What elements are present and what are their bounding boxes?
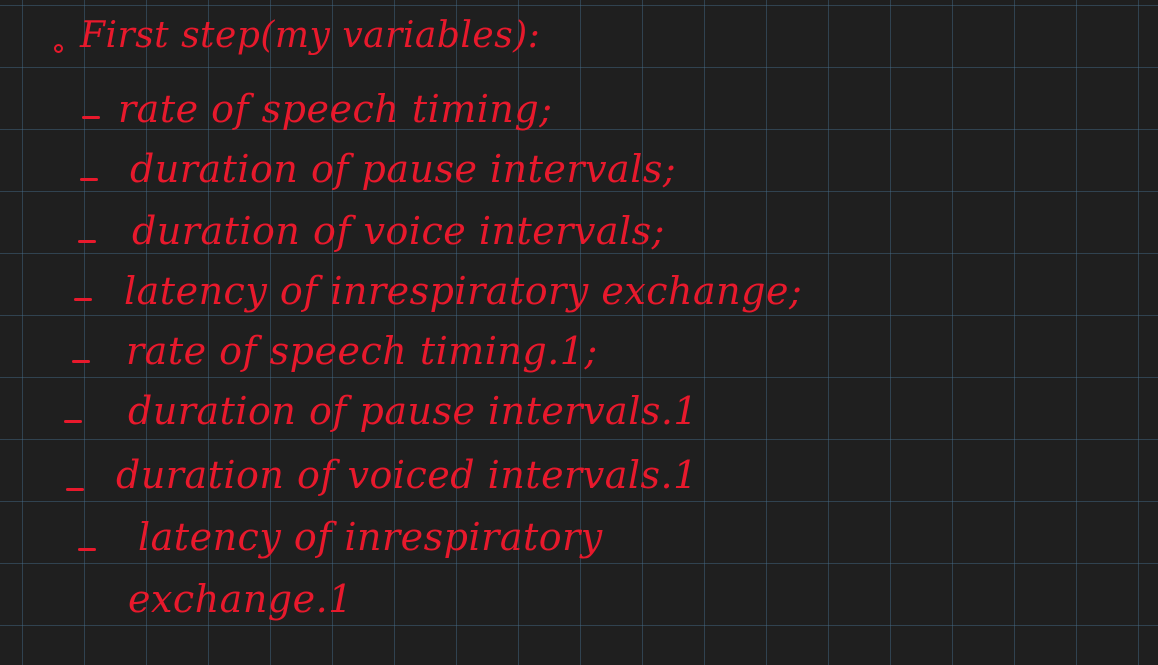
- list-item: duration of voiced intervals.1: [116, 453, 698, 497]
- list-item: duration of voice intervals;: [132, 209, 665, 253]
- bullet-dot-icon: [54, 44, 63, 53]
- dash-icon: [74, 298, 92, 301]
- list-item: duration of pause intervals;: [130, 147, 677, 191]
- list-item: latency of inrespiratory: [138, 515, 603, 559]
- dash-icon: [72, 360, 90, 363]
- dash-icon: [82, 116, 100, 119]
- list-item: latency of inrespiratory exchange;: [124, 269, 803, 313]
- dash-icon: [64, 420, 82, 423]
- list-item-continuation: exchange.1: [128, 577, 353, 621]
- handwritten-note: First step(my variables): rate of speech…: [0, 0, 1158, 665]
- dash-icon: [80, 178, 98, 181]
- grid-canvas: First step(my variables): rate of speech…: [0, 0, 1158, 665]
- list-item: rate of speech timing;: [118, 87, 553, 131]
- dash-icon: [78, 548, 96, 551]
- dash-icon: [66, 488, 84, 491]
- dash-icon: [78, 240, 96, 243]
- list-item: rate of speech timing.1;: [126, 329, 598, 373]
- note-heading: First step(my variables):: [80, 15, 541, 56]
- list-item: duration of pause intervals.1: [128, 389, 699, 433]
